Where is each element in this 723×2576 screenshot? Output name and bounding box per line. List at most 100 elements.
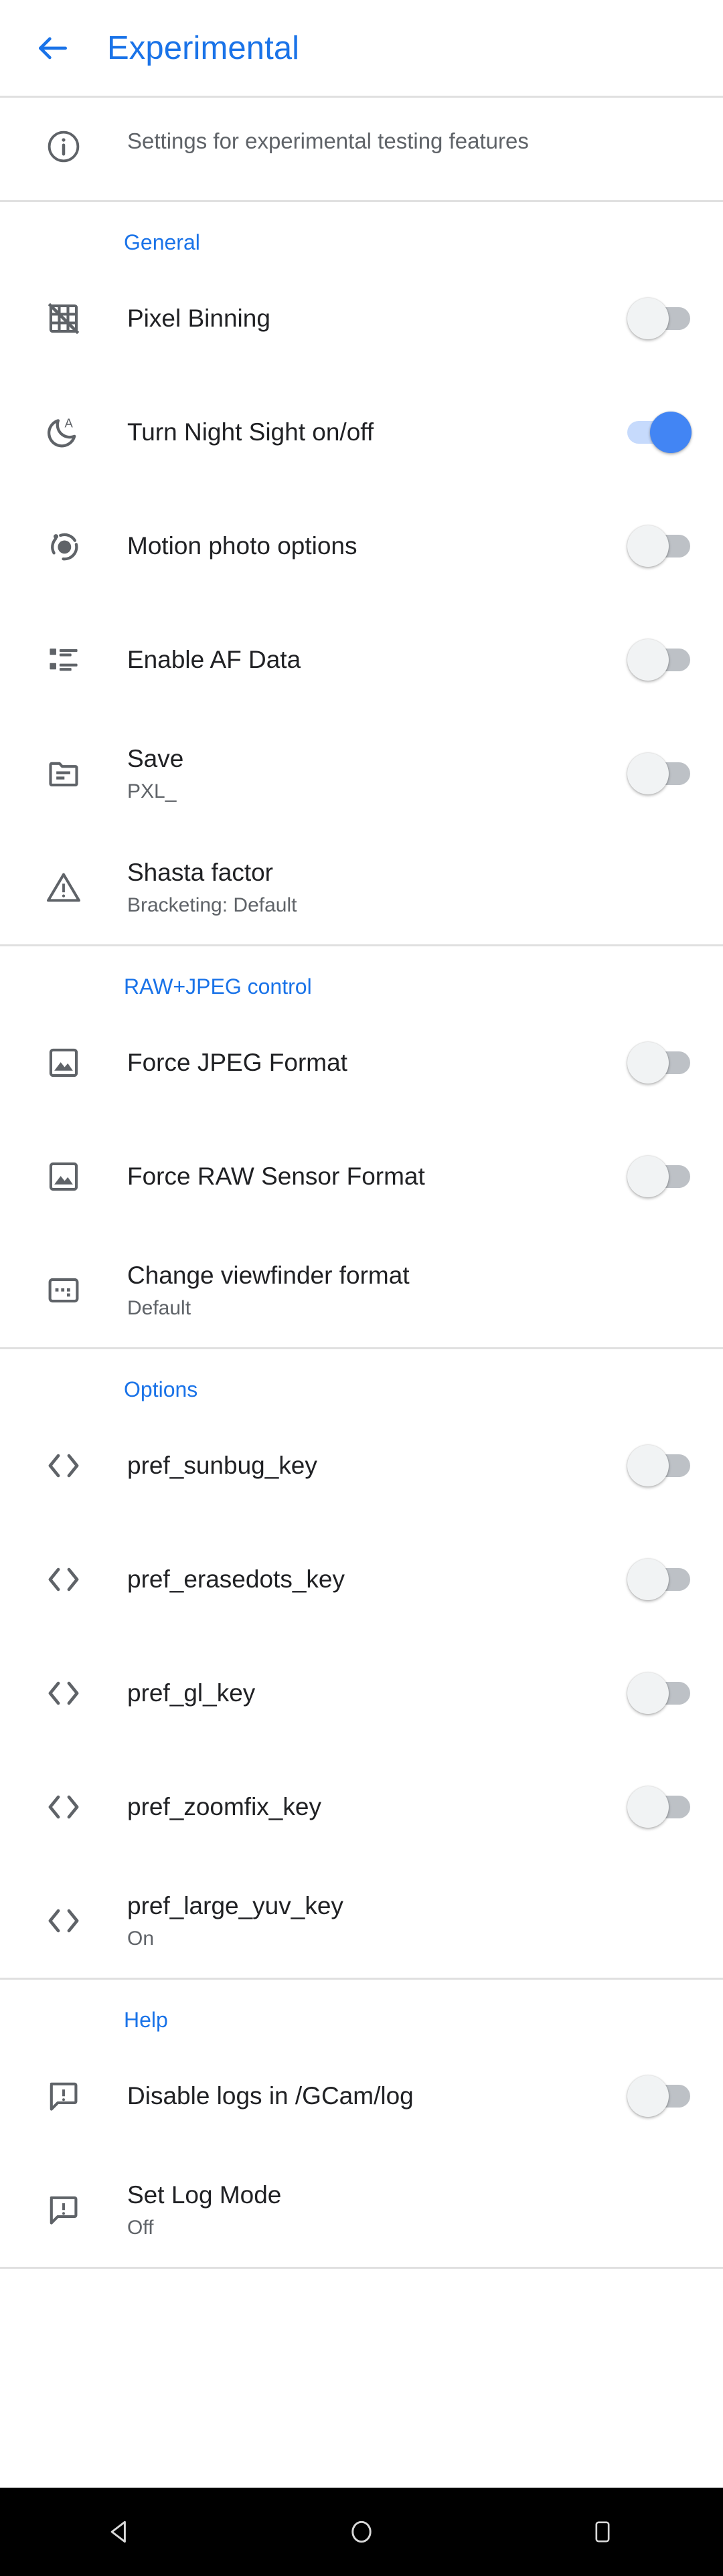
row-title: Turn Night Sight on/off <box>127 418 374 446</box>
row-body: Enable AF Data <box>127 645 596 675</box>
row-icon-wrapper <box>0 1159 127 1194</box>
row-icon-wrapper <box>0 1902 127 1940</box>
row-title: pref_zoomfix_key <box>127 1793 321 1821</box>
row-control <box>596 1672 723 1714</box>
row-control <box>596 1445 723 1486</box>
row-body: Shasta factor Bracketing: Default <box>127 857 596 918</box>
row-icon-wrapper <box>0 1788 127 1826</box>
info-icon-wrapper <box>0 127 127 168</box>
row-body: Set Log Mode Off <box>127 2180 596 2241</box>
toggle-switch[interactable] <box>627 412 692 453</box>
row-subtitle: Off <box>127 2217 154 2239</box>
settings-row[interactable]: pref_zoomfix_key <box>0 1750 723 1864</box>
settings-row[interactable]: Pixel Binning <box>0 262 723 375</box>
nav-back-triangle-icon <box>106 2517 135 2547</box>
settings-row[interactable]: Change viewfinder format Default <box>0 1233 723 1347</box>
nav-recents-button[interactable] <box>536 2488 669 2576</box>
settings-row[interactable]: A Turn Night Sight on/off <box>0 375 723 489</box>
row-body: pref_erasedots_key <box>127 1564 596 1595</box>
log-comment-icon <box>46 2079 81 2114</box>
nav-home-circle-icon <box>347 2517 376 2547</box>
toggle-switch[interactable] <box>627 753 692 794</box>
nav-home-button[interactable] <box>295 2488 428 2576</box>
toggle-thumb <box>627 1156 669 1197</box>
toggle-switch[interactable] <box>627 1445 692 1486</box>
toggle-thumb <box>627 298 669 339</box>
night-sight-auto-icon: A <box>46 414 82 450</box>
row-title: Pixel Binning <box>127 305 270 333</box>
row-subtitle: PXL_ <box>127 780 177 803</box>
row-title: Shasta factor <box>127 858 274 886</box>
toggle-switch[interactable] <box>627 525 692 567</box>
toggle-switch[interactable] <box>627 1672 692 1714</box>
settings-row[interactable]: pref_erasedots_key <box>0 1523 723 1636</box>
toggle-switch[interactable] <box>627 1559 692 1600</box>
info-circle-icon <box>46 128 82 168</box>
settings-row[interactable]: pref_large_yuv_key On <box>0 1864 723 1978</box>
row-body: Force JPEG Format <box>127 1047 596 1078</box>
settings-row[interactable]: Force JPEG Format <box>0 1006 723 1120</box>
settings-row[interactable]: pref_gl_key <box>0 1636 723 1750</box>
folder-document-icon <box>46 756 81 791</box>
info-banner: Settings for experimental testing featur… <box>0 98 723 200</box>
nav-recents-square-icon <box>589 2518 616 2545</box>
toggle-thumb <box>627 1672 669 1714</box>
row-title: Motion photo options <box>127 532 357 560</box>
settings-row[interactable]: Shasta factor Bracketing: Default <box>0 831 723 944</box>
settings-row[interactable]: Save PXL_ <box>0 717 723 831</box>
row-title: Enable AF Data <box>127 646 301 674</box>
back-button[interactable] <box>27 22 79 74</box>
settings-screen: Experimental Settings for experimental t… <box>0 0 723 2576</box>
row-title: Save <box>127 744 184 772</box>
toggle-thumb <box>627 1445 669 1486</box>
row-icon-wrapper <box>0 1675 127 1712</box>
code-brackets-icon <box>45 1561 82 1598</box>
settings-row[interactable]: Motion photo options <box>0 489 723 603</box>
row-body: Save PXL_ <box>127 744 596 804</box>
code-brackets-icon <box>45 1788 82 1826</box>
row-title: pref_gl_key <box>127 1679 256 1707</box>
row-control <box>596 2075 723 2117</box>
toggle-switch[interactable] <box>627 639 692 681</box>
row-icon-wrapper <box>0 2079 127 2114</box>
row-body: Change viewfinder format Default <box>127 1260 596 1321</box>
settings-row[interactable]: pref_sunbug_key <box>0 1409 723 1523</box>
row-icon-wrapper: A <box>0 414 127 450</box>
row-icon-wrapper <box>0 2193 127 2227</box>
row-title: pref_erasedots_key <box>127 1565 345 1594</box>
row-icon-wrapper <box>0 1561 127 1598</box>
row-body: pref_sunbug_key <box>127 1450 596 1481</box>
settings-row[interactable]: Enable AF Data <box>0 603 723 717</box>
row-control <box>596 525 723 567</box>
toggle-thumb <box>627 2075 669 2117</box>
divider <box>0 2267 723 2269</box>
settings-row[interactable]: Set Log Mode Off <box>0 2153 723 2267</box>
toggle-switch[interactable] <box>627 1156 692 1197</box>
log-comment-icon <box>46 2193 81 2227</box>
toggle-thumb <box>627 1042 669 1084</box>
warning-triangle-icon <box>46 869 82 906</box>
row-title: pref_large_yuv_key <box>127 1891 343 1919</box>
section-title-general: General <box>124 230 200 254</box>
row-icon-wrapper <box>0 528 127 564</box>
row-control <box>596 753 723 794</box>
settings-row[interactable]: Force RAW Sensor Format <box>0 1120 723 1233</box>
image-icon <box>46 1045 81 1080</box>
code-brackets-icon <box>45 1675 82 1712</box>
settings-row[interactable]: Disable logs in /GCam/log <box>0 2039 723 2153</box>
code-brackets-icon <box>45 1447 82 1484</box>
row-body: Disable logs in /GCam/log <box>127 2081 596 2112</box>
toggle-thumb <box>650 412 692 453</box>
nav-back-button[interactable] <box>54 2488 187 2576</box>
toggle-switch[interactable] <box>627 298 692 339</box>
toggle-switch[interactable] <box>627 1786 692 1828</box>
row-icon-wrapper <box>0 642 127 677</box>
android-nav-bar <box>0 2488 723 2576</box>
row-control <box>596 412 723 453</box>
row-icon-wrapper <box>0 869 127 906</box>
section-title-raw-jpeg-control: RAW+JPEG control <box>124 974 312 999</box>
toggle-switch[interactable] <box>627 1042 692 1084</box>
row-control <box>596 639 723 681</box>
toggle-switch[interactable] <box>627 2075 692 2117</box>
row-control <box>596 298 723 339</box>
